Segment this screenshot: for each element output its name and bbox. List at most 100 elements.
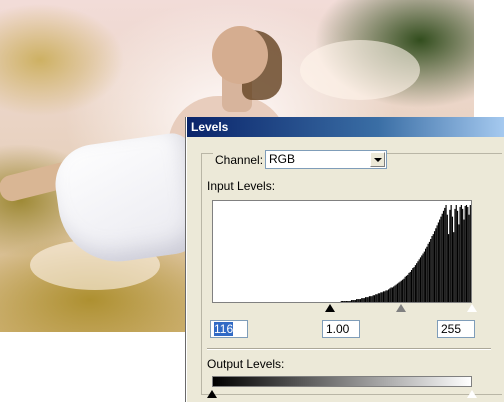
histogram-bar	[456, 210, 459, 302]
histogram-bar	[393, 286, 395, 302]
histogram-bar	[358, 299, 360, 302]
histogram-bar	[403, 278, 405, 302]
histogram-bar	[464, 205, 466, 302]
histogram-bar	[408, 272, 410, 302]
histogram-bar	[446, 214, 448, 302]
histogram-bar	[342, 301, 344, 302]
histogram-bar	[352, 300, 354, 302]
levels-dialog: Levels Channel: RGB Input Levels: 116 1.…	[186, 117, 504, 402]
input-slider[interactable]	[212, 303, 478, 314]
histogram-bar	[416, 263, 418, 302]
input-white-handle[interactable]	[466, 303, 478, 313]
histogram-bar	[347, 301, 349, 302]
histogram-bar	[410, 269, 413, 302]
histogram-bar	[398, 282, 400, 302]
histogram-bar	[423, 251, 425, 302]
histogram-bar	[394, 285, 396, 302]
histogram-bar	[468, 214, 470, 302]
dialog-title[interactable]: Levels	[187, 117, 504, 137]
histogram-bar	[427, 243, 429, 302]
histogram-bar	[386, 290, 388, 302]
histogram-bar	[387, 289, 390, 302]
histogram-bar	[385, 290, 387, 302]
histogram-bar	[380, 292, 382, 302]
histogram-bar	[373, 295, 376, 302]
channel-select[interactable]: RGB	[265, 150, 387, 169]
histogram-bar	[348, 301, 350, 302]
histogram-bar	[399, 281, 401, 302]
histogram-bar	[400, 280, 402, 302]
input-gamma-field[interactable]: 1.00	[322, 320, 360, 338]
histogram	[212, 200, 472, 303]
histogram-bar	[454, 208, 456, 302]
histogram-bar	[396, 283, 399, 302]
histogram-bar	[361, 298, 363, 302]
histogram-bar	[340, 301, 342, 302]
input-gamma-handle[interactable]	[395, 304, 406, 312]
histogram-bar	[345, 301, 348, 302]
input-black-field[interactable]: 116	[210, 320, 248, 338]
histogram-bar	[418, 259, 420, 302]
histogram-bar	[368, 296, 370, 302]
input-gamma-value: 1.00	[326, 322, 350, 336]
histogram-bar	[444, 207, 446, 302]
input-white-value: 255	[441, 322, 462, 336]
histogram-bar	[419, 257, 422, 302]
histogram-bar	[421, 255, 423, 302]
histogram-bar	[350, 300, 353, 302]
histogram-bar	[449, 209, 451, 302]
histogram-bar	[364, 297, 367, 302]
histogram-bar	[404, 276, 406, 302]
output-white-handle[interactable]	[466, 389, 478, 399]
histogram-bar	[431, 236, 433, 302]
histogram-bar	[442, 210, 445, 302]
histogram-bar	[441, 213, 443, 302]
histogram-bar	[435, 228, 437, 302]
histogram-bar	[425, 248, 427, 302]
histogram-bar	[367, 297, 369, 302]
output-gradient-bar	[212, 376, 472, 387]
histogram-bar	[359, 299, 362, 302]
histogram-bar	[382, 291, 385, 302]
chevron-down-icon[interactable]	[370, 152, 385, 167]
histogram-bar	[453, 232, 455, 302]
histogram-bar	[381, 292, 383, 302]
histogram-bar	[377, 293, 379, 302]
histogram-bar	[459, 206, 461, 302]
histogram-bar	[409, 271, 411, 302]
histogram-graph	[340, 205, 471, 302]
histogram-bar	[366, 297, 368, 302]
divider	[207, 348, 491, 350]
histogram-bar	[354, 300, 356, 302]
histogram-bar	[462, 208, 464, 302]
histogram-bar	[465, 205, 468, 302]
histogram-bar	[455, 205, 457, 302]
histogram-bar	[370, 296, 372, 302]
histogram-bar	[402, 279, 404, 302]
histogram-bar	[405, 275, 408, 302]
histogram-bar	[391, 287, 393, 302]
histogram-bar	[439, 219, 441, 302]
histogram-bar	[356, 299, 358, 302]
histogram-bar	[432, 234, 434, 302]
histogram-bar	[344, 301, 346, 302]
output-black-handle[interactable]	[207, 390, 217, 398]
histogram-bar	[463, 219, 465, 302]
histogram-bar	[343, 301, 345, 302]
histogram-bar	[437, 222, 439, 302]
histogram-bar	[390, 287, 392, 302]
histogram-bar	[379, 293, 381, 302]
histogram-bar	[362, 298, 364, 302]
input-white-field[interactable]: 255	[437, 320, 475, 338]
histogram-bar	[384, 291, 386, 302]
histogram-bar	[450, 205, 452, 302]
output-levels-label: Output Levels:	[207, 357, 285, 371]
histogram-bar	[417, 261, 419, 302]
histogram-bar	[469, 205, 471, 302]
histogram-bar	[372, 295, 374, 302]
input-black-handle[interactable]	[325, 304, 336, 312]
histogram-bar	[436, 225, 438, 302]
output-slider[interactable]	[207, 389, 478, 400]
histogram-bar	[433, 231, 436, 302]
histogram-bar	[422, 253, 424, 302]
